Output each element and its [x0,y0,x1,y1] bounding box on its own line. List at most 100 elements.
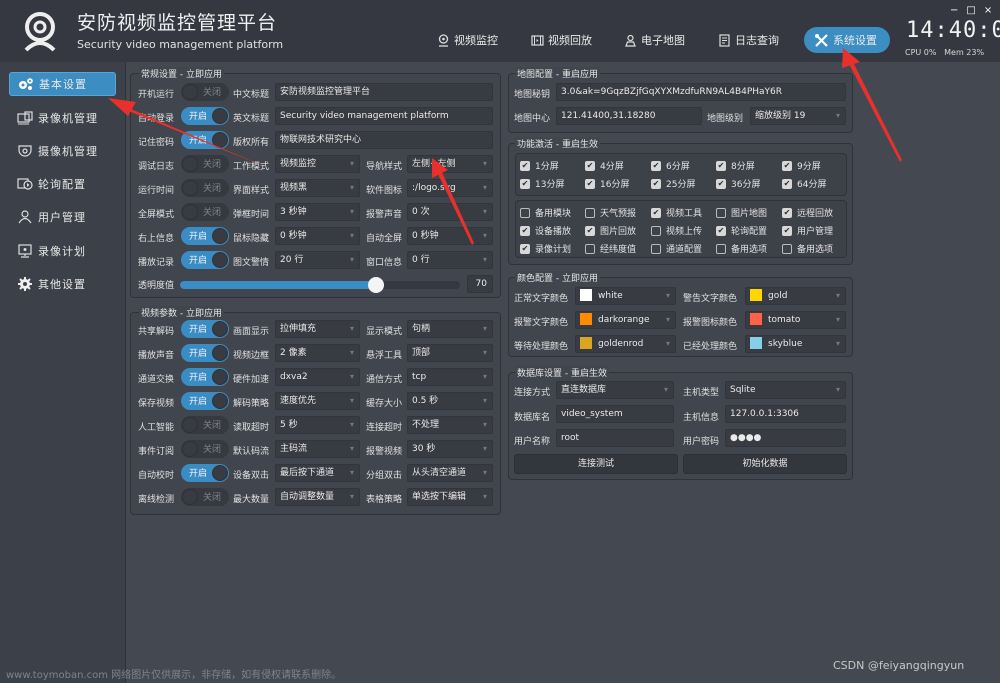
sidebar-item-other[interactable]: 其他设置 [9,272,116,296]
select-combo[interactable]: 主码流 [275,440,360,458]
color-select[interactable]: tomato [745,311,846,329]
select-combo[interactable]: 2 像素 [275,344,360,362]
color-select[interactable]: skyblue [745,335,846,353]
module-checkbox[interactable]: 通道配置 [651,242,702,255]
module-checkbox[interactable]: ✔ 视频工具 [651,206,702,219]
sidebar-item-basic-settings[interactable]: 基本设置 [9,72,116,96]
module-checkbox[interactable]: ✔ 用户管理 [782,224,833,237]
db-user-input[interactable]: root [556,429,674,447]
map-center-input[interactable]: 121.41400,31.18280 [556,107,702,125]
nav-video-monitor[interactable]: 视频监控 [437,27,498,53]
toggle-switch[interactable]: 开启 [181,320,229,338]
map-key-input[interactable]: 3.0&ak=9GqzBZjfGqXYXMzdfuRN9AL4B4PHaY6R [556,83,846,101]
toggle-switch[interactable]: 关闭 [181,179,229,197]
select-combo[interactable]: 从头清空通道 [407,464,493,482]
opacity-slider[interactable] [180,277,460,293]
module-checkbox[interactable]: 视频上传 [651,224,702,237]
conn-type-select[interactable]: 直连数据库 [556,381,674,399]
toggle-switch[interactable]: 关闭 [181,416,229,434]
select-combo[interactable]: 0 行 [407,251,493,269]
select-combo[interactable]: 左侧+左侧 [407,155,493,173]
db-name-input[interactable]: video_system [556,405,674,423]
text-input[interactable]: 物联网技术研究中心 [275,131,493,149]
map-level-select[interactable]: 缩放级别 19 [750,107,846,125]
select-combo[interactable]: 20 行 [275,251,360,269]
screen-checkbox[interactable]: ✔ 16分屏 [585,177,629,190]
toggle-switch[interactable]: 开启 [181,464,229,482]
text-input[interactable]: 安防视频监控管理平台 [275,83,493,101]
select-combo[interactable]: 3 秒钟 [275,203,360,221]
module-checkbox[interactable]: ✔ 轮询配置 [716,224,767,237]
host-info-input[interactable]: 127.0.0.1:3306 [725,405,846,423]
select-combo[interactable]: 不处理 [407,416,493,434]
nav-e-map[interactable]: 电子地图 [624,27,685,53]
sidebar-item-nvr[interactable]: 录像机管理 [9,106,116,130]
select-combo[interactable]: 30 秒 [407,440,493,458]
init-data-button[interactable]: 初始化数据 [683,454,847,474]
module-checkbox[interactable]: ✔ 设备播放 [520,224,571,237]
host-type-select[interactable]: Sqlite [725,381,846,399]
sidebar-item-users[interactable]: 用户管理 [9,205,116,229]
toggle-switch[interactable]: 关闭 [181,83,229,101]
select-combo[interactable]: 自动调整数量 [275,488,360,506]
screen-checkbox[interactable]: ✔ 25分屏 [651,177,695,190]
select-combo[interactable]: 0 秒钟 [407,227,493,245]
module-checkbox[interactable]: 备用选项 [782,242,833,255]
maximize-button[interactable]: □ [966,5,975,16]
color-select[interactable]: darkorange [575,311,676,329]
select-combo[interactable]: 最后按下通道 [275,464,360,482]
select-combo[interactable]: tcp [407,368,493,386]
screen-checkbox[interactable]: ✔ 13分屏 [520,177,564,190]
toggle-switch[interactable]: 关闭 [181,203,229,221]
module-checkbox[interactable]: 图片地图 [716,206,767,219]
toggle-switch[interactable]: 关闭 [181,155,229,173]
screen-checkbox[interactable]: ✔ 9分屏 [782,159,821,172]
color-select[interactable]: white [575,287,676,305]
minimize-button[interactable]: − [950,5,958,16]
select-combo[interactable]: 拉伸填充 [275,320,360,338]
sidebar-item-camera[interactable]: 摄像机管理 [9,139,116,163]
screen-checkbox[interactable]: ✔ 8分屏 [716,159,755,172]
select-combo[interactable]: :/logo.svg [407,179,493,197]
color-select[interactable]: goldenrod [575,335,676,353]
toggle-switch[interactable]: 关闭 [181,488,229,506]
toggle-switch[interactable]: 开启 [181,251,229,269]
module-checkbox[interactable]: ✔ 图片回放 [585,224,636,237]
select-combo[interactable]: 句柄 [407,320,493,338]
screen-checkbox[interactable]: ✔ 6分屏 [651,159,690,172]
nav-video-playback[interactable]: 视频回放 [531,27,592,53]
module-checkbox[interactable]: 经纬度值 [585,242,636,255]
sidebar-item-polling[interactable]: 轮询配置 [9,172,116,196]
toggle-switch[interactable]: 开启 [181,107,229,125]
select-combo[interactable]: 0 秒钟 [275,227,360,245]
db-password-input[interactable]: ●●●● [725,429,846,447]
screen-checkbox[interactable]: ✔ 4分屏 [585,159,624,172]
text-input[interactable]: Security video management platform [275,107,493,125]
toggle-switch[interactable]: 开启 [181,344,229,362]
select-combo[interactable]: 0.5 秒 [407,392,493,410]
module-checkbox[interactable]: 备用模块 [520,206,571,219]
sidebar-item-record-plan[interactable]: 录像计划 [9,239,116,263]
color-select[interactable]: gold [745,287,846,305]
select-combo[interactable]: 顶部 [407,344,493,362]
toggle-switch[interactable]: 开启 [181,131,229,149]
nav-system-settings[interactable]: 系统设置 [804,27,890,53]
select-combo[interactable]: dxva2 [275,368,360,386]
screen-checkbox[interactable]: ✔ 36分屏 [716,177,760,190]
module-checkbox[interactable]: 天气预报 [585,206,636,219]
nav-log-query[interactable]: 日志查询 [718,27,779,53]
select-combo[interactable]: 视频黑 [275,179,360,197]
toggle-switch[interactable]: 关闭 [181,440,229,458]
toggle-switch[interactable]: 开启 [181,368,229,386]
screen-checkbox[interactable]: ✔ 64分屏 [782,177,826,190]
module-checkbox[interactable]: ✔ 远程回放 [782,206,833,219]
toggle-switch[interactable]: 开启 [181,227,229,245]
opacity-slider-handle[interactable] [368,277,384,293]
close-button[interactable]: × [984,5,992,16]
toggle-switch[interactable]: 开启 [181,392,229,410]
module-checkbox[interactable]: 备用选项 [716,242,767,255]
opacity-value[interactable]: 70 [467,275,493,293]
select-combo[interactable]: 5 秒 [275,416,360,434]
connection-test-button[interactable]: 连接测试 [514,454,678,474]
select-combo[interactable]: 视频监控 [275,155,360,173]
